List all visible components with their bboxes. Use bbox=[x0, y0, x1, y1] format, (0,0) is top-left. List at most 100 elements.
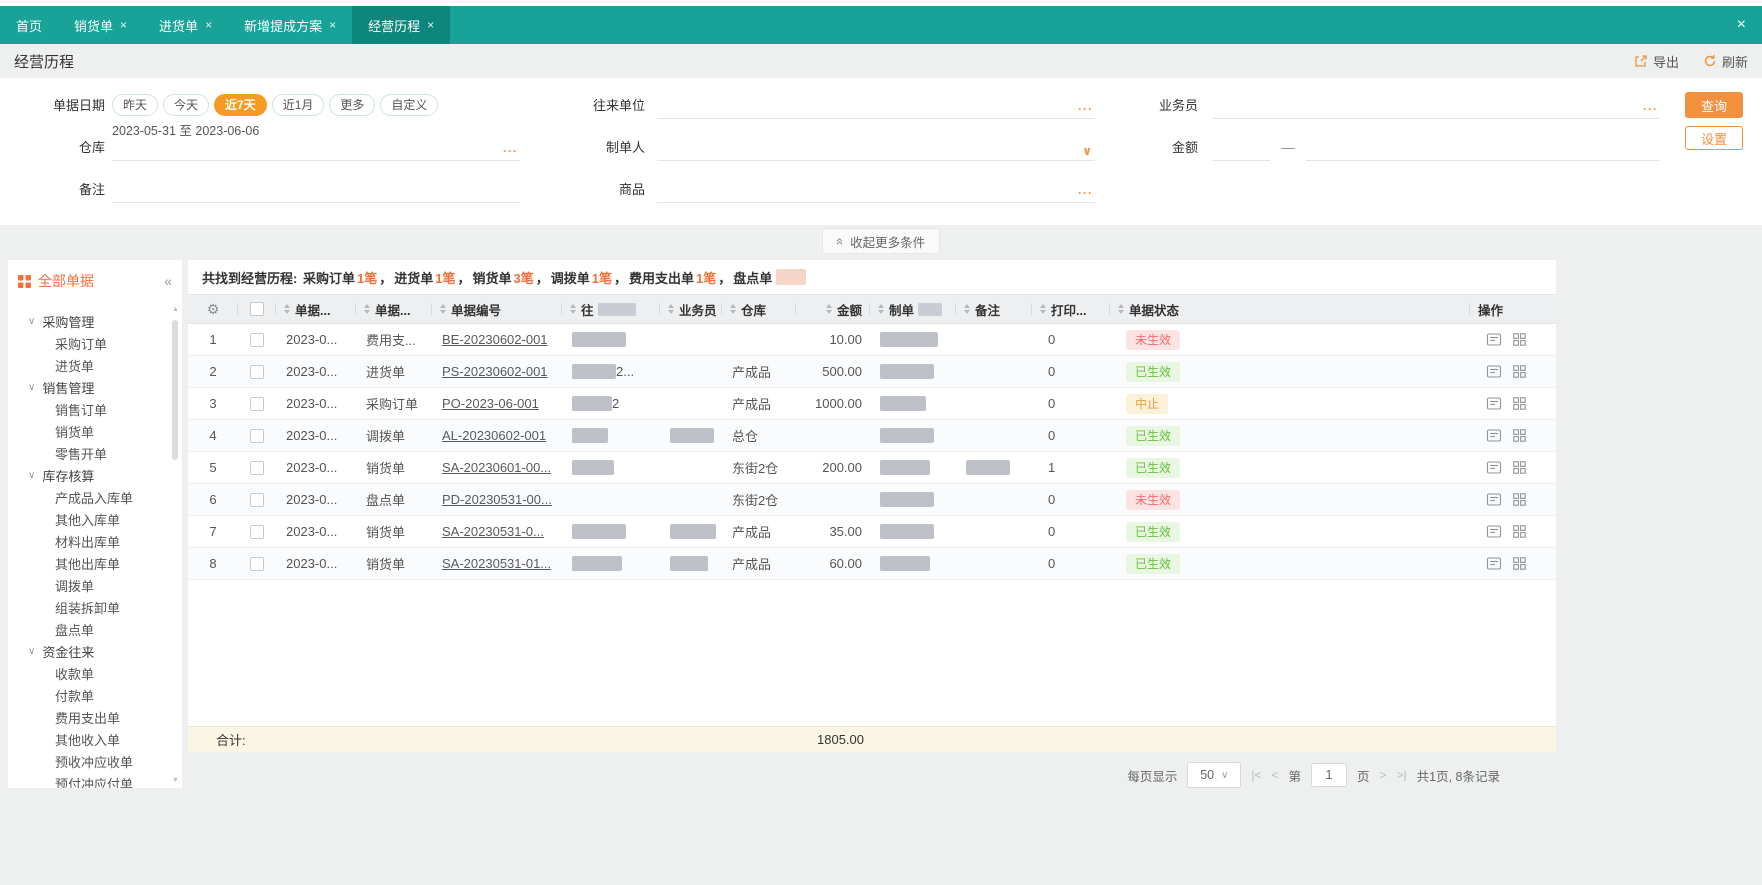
apps-icon[interactable] bbox=[1513, 365, 1526, 378]
settings-button[interactable]: 设置 bbox=[1685, 126, 1743, 150]
sidebar-item-付款单[interactable]: 付款单 bbox=[8, 684, 170, 706]
preview-icon[interactable] bbox=[1486, 332, 1502, 347]
sidebar-item-盘点单[interactable]: 盘点单 bbox=[8, 618, 170, 640]
column-header-打印...[interactable]: 打印... bbox=[1032, 295, 1110, 323]
sort-icon[interactable] bbox=[878, 304, 884, 314]
product-input[interactable]: ··· bbox=[657, 178, 1095, 203]
date-pill-自定义[interactable]: 自定义 bbox=[380, 94, 439, 116]
sort-icon[interactable] bbox=[825, 304, 832, 314]
sidebar-item-其他入库单[interactable]: 其他入库单 bbox=[8, 508, 170, 530]
gear-icon[interactable]: ⚙ bbox=[207, 301, 220, 318]
sort-icon[interactable] bbox=[1118, 304, 1124, 314]
amount-min-input[interactable] bbox=[1212, 136, 1270, 161]
apps-icon[interactable] bbox=[1513, 397, 1526, 410]
row-checkbox[interactable] bbox=[250, 492, 264, 507]
page-input[interactable]: 1 bbox=[1310, 763, 1347, 787]
date-pill-昨天[interactable]: 昨天 bbox=[112, 94, 159, 116]
sidebar-collapse-icon[interactable]: « bbox=[164, 273, 172, 289]
sort-icon[interactable] bbox=[440, 304, 446, 314]
date-pill-近1月[interactable]: 近1月 bbox=[271, 94, 325, 116]
preview-icon[interactable] bbox=[1486, 396, 1502, 411]
apps-icon[interactable] bbox=[1513, 557, 1526, 570]
remark-input[interactable] bbox=[112, 178, 520, 203]
doc-no-link[interactable]: SA-20230601-00... bbox=[442, 460, 551, 475]
ellipsis-icon[interactable]: ··· bbox=[1643, 102, 1658, 116]
apps-icon[interactable] bbox=[1513, 461, 1526, 474]
prev-page-button[interactable]: < bbox=[1271, 768, 1278, 782]
select-all-checkbox[interactable] bbox=[250, 302, 264, 316]
sidebar-item-零售开单[interactable]: 零售开单 bbox=[8, 442, 170, 464]
sidebar-item-其他出库单[interactable]: 其他出库单 bbox=[8, 552, 170, 574]
sidebar-item-销货单[interactable]: 销货单 bbox=[8, 420, 170, 442]
sidebar-item-销售管理[interactable]: ∨ 销售管理 bbox=[8, 376, 170, 398]
column-header-仓库[interactable]: 仓库 bbox=[722, 295, 796, 323]
date-pill-近7天[interactable]: 近7天 bbox=[214, 94, 267, 116]
per-page-select[interactable]: 50 ∨ bbox=[1187, 762, 1242, 788]
sort-icon[interactable] bbox=[1040, 304, 1046, 314]
ellipsis-icon[interactable]: ··· bbox=[503, 144, 518, 158]
refresh-button[interactable]: 刷新 bbox=[1703, 52, 1748, 71]
row-checkbox[interactable] bbox=[250, 460, 264, 475]
preview-icon[interactable] bbox=[1486, 428, 1502, 443]
sort-icon[interactable] bbox=[668, 304, 674, 314]
sidebar-item-产成品入库单[interactable]: 产成品入库单 bbox=[8, 486, 170, 508]
maker-input[interactable]: ∨ bbox=[657, 136, 1095, 161]
column-header-单据...[interactable]: 单据... bbox=[276, 295, 356, 323]
sort-icon[interactable] bbox=[570, 304, 576, 314]
date-pill-今天[interactable]: 今天 bbox=[163, 94, 210, 116]
apps-icon[interactable] bbox=[1513, 429, 1526, 442]
column-header-制单[interactable]: 制单 bbox=[870, 295, 956, 323]
column-header-备注[interactable]: 备注 bbox=[956, 295, 1032, 323]
export-button[interactable]: 导出 bbox=[1634, 52, 1679, 71]
sidebar-item-销售订单[interactable]: 销售订单 bbox=[8, 398, 170, 420]
sort-icon[interactable] bbox=[364, 304, 370, 314]
apps-icon[interactable] bbox=[1513, 525, 1526, 538]
tab-进货单[interactable]: 进货单 × bbox=[143, 6, 228, 44]
doc-no-link[interactable]: SA-20230531-01... bbox=[442, 556, 551, 571]
sidebar-item-调拨单[interactable]: 调拨单 bbox=[8, 574, 170, 596]
column-header-金额[interactable]: 金额 bbox=[796, 295, 870, 323]
apps-icon[interactable] bbox=[1513, 493, 1526, 506]
sidebar-item-进货单[interactable]: 进货单 bbox=[8, 354, 170, 376]
last-page-button[interactable]: >| bbox=[1397, 768, 1407, 782]
doc-no-link[interactable]: AL-20230602-001 bbox=[442, 428, 546, 443]
preview-icon[interactable] bbox=[1486, 492, 1502, 507]
column-header-单据...[interactable]: 单据... bbox=[356, 295, 432, 323]
ellipsis-icon[interactable]: ··· bbox=[1078, 102, 1093, 116]
apps-icon[interactable] bbox=[1513, 333, 1526, 346]
amount-max-input[interactable] bbox=[1306, 136, 1660, 161]
sort-icon[interactable] bbox=[284, 304, 290, 314]
ellipsis-icon[interactable]: ··· bbox=[1078, 186, 1093, 200]
partner-input[interactable]: ··· bbox=[657, 94, 1095, 119]
sidebar-item-库存核算[interactable]: ∨ 库存核算 bbox=[8, 464, 170, 486]
warehouse-input[interactable]: ··· bbox=[112, 136, 520, 161]
doc-no-link[interactable]: SA-20230531-0... bbox=[442, 524, 544, 539]
row-checkbox[interactable] bbox=[250, 396, 264, 411]
doc-no-link[interactable]: PO-2023-06-001 bbox=[442, 396, 539, 411]
preview-icon[interactable] bbox=[1486, 460, 1502, 475]
row-checkbox[interactable] bbox=[250, 556, 264, 571]
sidebar-item-材料出库单[interactable]: 材料出库单 bbox=[8, 530, 170, 552]
sidebar-item-资金往来[interactable]: ∨ 资金往来 bbox=[8, 640, 170, 662]
sort-icon[interactable] bbox=[730, 304, 736, 314]
sidebar-item-预付冲应付单[interactable]: 预付冲应付单 bbox=[8, 772, 170, 789]
sidebar-scrollbar[interactable]: ▲ ▼ bbox=[171, 306, 180, 784]
preview-icon[interactable] bbox=[1486, 364, 1502, 379]
tab-close-icon[interactable]: × bbox=[205, 18, 212, 32]
tab-经营历程[interactable]: 经营历程 × bbox=[352, 6, 451, 44]
column-header-单据状态[interactable]: 单据状态 bbox=[1110, 295, 1470, 323]
doc-no-link[interactable]: BE-20230602-001 bbox=[442, 332, 548, 347]
column-header-往[interactable]: 往 bbox=[562, 295, 660, 323]
sidebar-item-采购订单[interactable]: 采购订单 bbox=[8, 332, 170, 354]
date-pill-更多[interactable]: 更多 bbox=[329, 94, 376, 116]
doc-no-link[interactable]: PS-20230602-001 bbox=[442, 364, 548, 379]
tab-close-icon[interactable]: × bbox=[120, 18, 127, 32]
row-checkbox[interactable] bbox=[250, 364, 264, 379]
tab-close-icon[interactable]: × bbox=[427, 18, 434, 32]
first-page-button[interactable]: |< bbox=[1251, 768, 1261, 782]
scroll-up-icon[interactable]: ▲ bbox=[171, 306, 180, 313]
sort-icon[interactable] bbox=[964, 304, 970, 314]
preview-icon[interactable] bbox=[1486, 524, 1502, 539]
tab-新增提成方案[interactable]: 新增提成方案 × bbox=[228, 6, 352, 44]
search-button[interactable]: 查询 bbox=[1685, 92, 1743, 118]
